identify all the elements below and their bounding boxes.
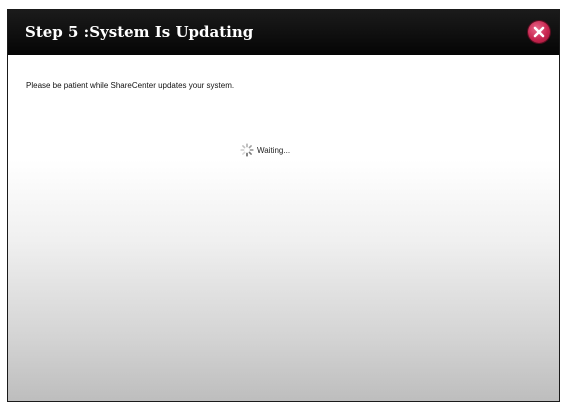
update-dialog: Step 5 :System Is Updating Please be pat… (7, 9, 560, 402)
waiting-status: Waiting... (240, 142, 290, 158)
dialog-title: Step 5 :System Is Updating (25, 23, 254, 41)
close-button[interactable] (528, 21, 550, 43)
instruction-text: Please be patient while ShareCenter upda… (26, 81, 235, 90)
dialog-title-bar: Step 5 :System Is Updating (8, 10, 559, 55)
waiting-text: Waiting... (257, 145, 291, 155)
spinner-icon (240, 143, 254, 157)
close-icon (533, 26, 545, 38)
